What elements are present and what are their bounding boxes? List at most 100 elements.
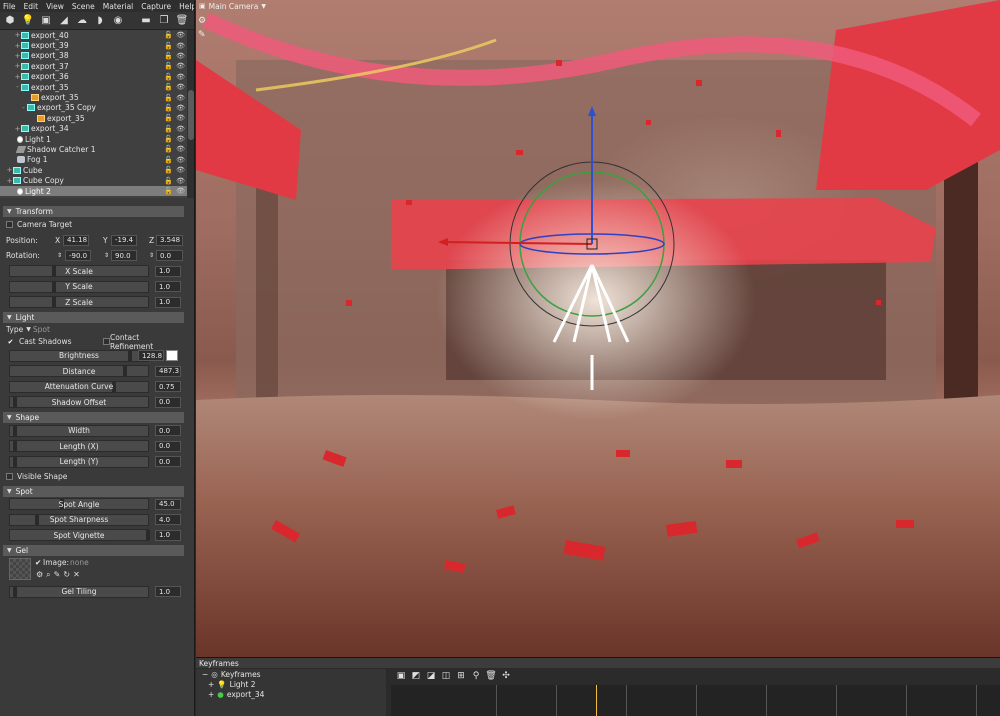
brightness-color-swatch[interactable] bbox=[166, 350, 178, 362]
slider-knob[interactable] bbox=[128, 350, 132, 361]
lock-icon[interactable]: 🔓 bbox=[164, 135, 173, 143]
slider-value[interactable]: 0.0 bbox=[155, 396, 181, 408]
property-slider[interactable]: Spot Angle bbox=[9, 498, 149, 511]
expand-icon[interactable]: + bbox=[14, 31, 21, 39]
eye-icon[interactable]: 👁 bbox=[176, 177, 185, 185]
slider-value[interactable]: 0.0 bbox=[155, 440, 181, 452]
camera-cube-icon[interactable]: ⬢ bbox=[2, 14, 18, 28]
slider-value[interactable]: 1.0 bbox=[155, 296, 181, 308]
slider-knob[interactable] bbox=[52, 297, 56, 308]
tree-item[interactable]: Light 2 🔓 👁 bbox=[0, 185, 187, 197]
property-slider[interactable]: Length (X) bbox=[9, 440, 149, 453]
menu-material[interactable]: Material bbox=[103, 2, 133, 11]
gel-image-thumbnail[interactable] bbox=[9, 558, 31, 580]
duplicate-icon[interactable]: ❐ bbox=[156, 14, 172, 28]
tree-item[interactable]: + Cube 🔓 👁 bbox=[0, 165, 187, 175]
light-type-select[interactable]: Spot bbox=[33, 325, 50, 334]
eye-icon[interactable]: 👁 bbox=[176, 62, 185, 70]
property-slider[interactable]: Attenuation Curve bbox=[9, 380, 149, 393]
tree-item[interactable]: Light 1 🔓 👁 bbox=[0, 134, 187, 144]
dropdown-arrow-icon[interactable]: ▼ bbox=[26, 326, 31, 333]
eye-icon[interactable]: 👁 bbox=[176, 187, 185, 195]
eye-icon[interactable]: 👁 bbox=[176, 52, 185, 60]
tree-item[interactable]: export_35 🔓 👁 bbox=[0, 113, 187, 123]
slider-knob[interactable] bbox=[13, 456, 17, 467]
property-slider[interactable]: Width bbox=[9, 424, 149, 437]
collapse-icon[interactable]: − bbox=[202, 670, 208, 679]
expand-icon[interactable]: + bbox=[14, 42, 21, 50]
menu-scene[interactable]: Scene bbox=[72, 2, 95, 11]
expand-icon[interactable]: + bbox=[14, 62, 21, 70]
tree-item[interactable]: + export_39 🔓 👁 bbox=[0, 40, 187, 50]
section-light[interactable]: ▼ Light bbox=[3, 312, 184, 323]
gel-tiling-value[interactable]: 1.0 bbox=[155, 586, 181, 598]
menu-file[interactable]: File bbox=[3, 2, 16, 11]
lock-icon[interactable]: 🔓 bbox=[164, 104, 173, 112]
gel-tiling-slider[interactable]: Gel Tiling bbox=[9, 585, 149, 598]
lock-icon[interactable]: 🔓 bbox=[164, 94, 173, 102]
trash-icon[interactable]: 🗑 bbox=[174, 14, 190, 28]
eye-icon[interactable]: 👁 bbox=[176, 145, 185, 153]
slider-knob[interactable] bbox=[52, 266, 56, 277]
lock-icon[interactable]: 🔓 bbox=[164, 62, 173, 70]
dropdown-arrow-icon[interactable]: ▼ bbox=[261, 3, 266, 10]
keyframe-item[interactable]: + ● export_34 bbox=[196, 689, 386, 699]
key-ease-icon[interactable]: ◪ bbox=[426, 671, 436, 681]
refresh-icon[interactable]: ↻ bbox=[63, 570, 70, 580]
folder-icon[interactable]: ▬ bbox=[138, 14, 154, 28]
tree-item[interactable]: + export_34 🔓 👁 bbox=[0, 124, 187, 134]
tree-item[interactable]: + Cube Copy 🔓 👁 bbox=[0, 175, 187, 185]
eye-icon[interactable]: 👁 bbox=[176, 125, 185, 133]
key-step-icon[interactable]: ◫ bbox=[441, 671, 451, 681]
eye-icon[interactable]: 👁 bbox=[176, 104, 185, 112]
property-slider[interactable]: Z Scale bbox=[9, 296, 149, 309]
lock-icon[interactable]: 🔓 bbox=[164, 125, 173, 133]
cast-shadows-checkbox[interactable]: ✔ bbox=[6, 338, 15, 346]
lock-icon[interactable]: 🔓 bbox=[164, 83, 173, 91]
slider-knob[interactable] bbox=[13, 586, 17, 597]
slider-value[interactable]: 0.0 bbox=[155, 456, 181, 468]
lock-icon[interactable]: 🔓 bbox=[164, 187, 173, 195]
eye-icon[interactable]: 👁 bbox=[176, 42, 185, 50]
tree-item[interactable]: Shadow Catcher 1 🔓 👁 bbox=[0, 144, 187, 154]
expand-icon[interactable]: + bbox=[208, 680, 214, 689]
slider-knob[interactable] bbox=[13, 441, 17, 452]
menu-view[interactable]: View bbox=[46, 2, 64, 11]
keyframe-timeline[interactable] bbox=[391, 685, 1000, 716]
render-viewport[interactable]: ▣ Main Camera ▼ ⚙ ✎ bbox=[196, 0, 1000, 657]
shadow-icon[interactable]: ☁ bbox=[74, 14, 90, 28]
eye-icon[interactable]: 👁 bbox=[176, 83, 185, 91]
slider-knob[interactable] bbox=[123, 366, 127, 377]
lock-icon[interactable]: 🔓 bbox=[164, 145, 173, 153]
eye-icon[interactable]: 👁 bbox=[176, 114, 185, 122]
gear-icon[interactable]: ⚙ bbox=[198, 16, 209, 27]
slider-knob[interactable] bbox=[13, 425, 17, 436]
section-transform[interactable]: ▼ Transform bbox=[3, 206, 184, 217]
key-find-icon[interactable]: ⚲ bbox=[471, 671, 481, 681]
key-add-icon[interactable]: ▣ bbox=[396, 671, 406, 681]
camera-icon[interactable]: ▣ bbox=[38, 14, 54, 28]
slider-knob[interactable] bbox=[52, 281, 56, 292]
visible-shape-checkbox[interactable] bbox=[6, 473, 13, 480]
brush-icon[interactable]: ✎ bbox=[198, 30, 209, 41]
rotation-y-spinner-icon[interactable]: ⇕ bbox=[104, 252, 109, 259]
rotation-z-field[interactable]: 0.0 bbox=[156, 250, 183, 262]
expand-icon[interactable]: + bbox=[14, 52, 21, 60]
tree-item[interactable]: - export_35 Copy 🔓 👁 bbox=[0, 103, 187, 113]
slider-knob[interactable] bbox=[13, 397, 17, 408]
keyframes-root[interactable]: − ◎ Keyframes bbox=[196, 669, 386, 679]
lock-icon[interactable]: 🔓 bbox=[164, 177, 173, 185]
tree-item[interactable]: - export_35 🔓 👁 bbox=[0, 82, 187, 92]
property-slider[interactable]: Spot Sharpness bbox=[9, 513, 149, 526]
search-icon[interactable]: ⌕ bbox=[46, 570, 50, 580]
tree-item[interactable]: + export_36 🔓 👁 bbox=[0, 72, 187, 82]
slider-knob[interactable] bbox=[146, 530, 150, 541]
expand-icon[interactable]: + bbox=[14, 73, 21, 81]
light-bulb-icon[interactable]: 💡 bbox=[20, 14, 36, 28]
tree-item[interactable]: Fog 1 🔓 👁 bbox=[0, 155, 187, 165]
gear-icon[interactable]: ⚙ bbox=[36, 570, 43, 580]
property-slider[interactable]: Distance bbox=[9, 365, 149, 378]
section-gel[interactable]: ▼ Gel bbox=[3, 545, 184, 556]
sphere-icon[interactable]: ◉ bbox=[110, 14, 126, 28]
key-settings-icon[interactable]: ✣ bbox=[501, 671, 511, 681]
